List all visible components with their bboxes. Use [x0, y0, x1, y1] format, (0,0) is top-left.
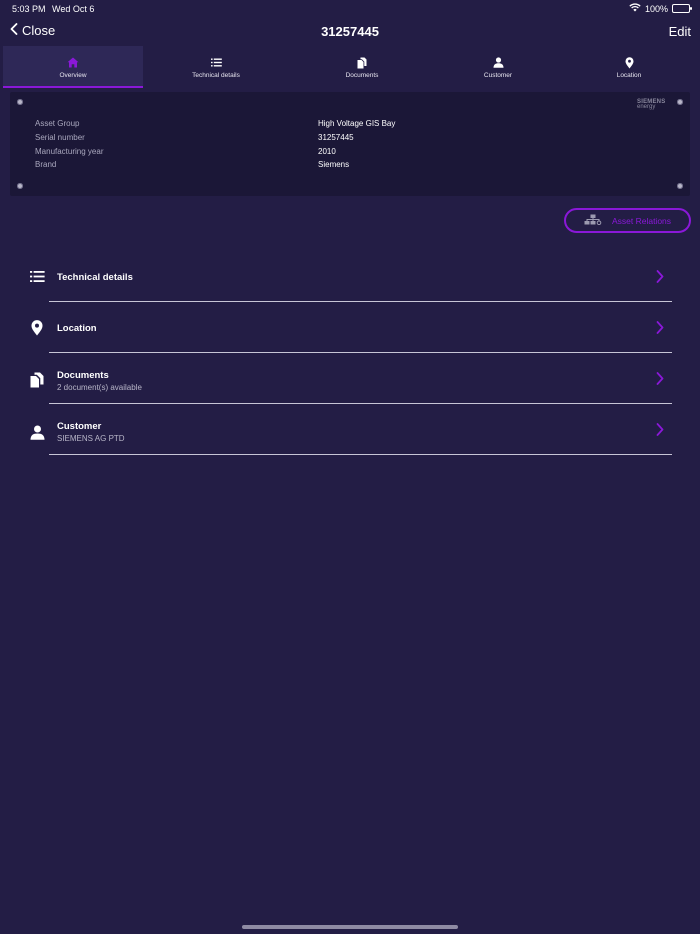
- list-icon: [210, 56, 222, 69]
- list-divider: [49, 454, 672, 455]
- person-icon: [493, 56, 504, 69]
- chevron-right-icon: [656, 270, 664, 288]
- chevron-right-icon: [656, 321, 664, 339]
- status-time: 5:03 PM: [12, 4, 46, 14]
- tab-location-label: Location: [616, 72, 642, 79]
- status-bar: 5:03 PM Wed Oct 6 100%: [0, 0, 700, 18]
- tab-technical-details-label: Technical details: [192, 72, 240, 79]
- screw-icon: [17, 183, 23, 189]
- list-item-location[interactable]: Location: [0, 302, 700, 353]
- location-pin-icon: [28, 320, 46, 336]
- nav-bar: Close 31257445 Edit: [0, 18, 700, 46]
- status-date: Wed Oct 6: [52, 4, 95, 14]
- battery-icon: [672, 4, 692, 13]
- tab-customer[interactable]: Customer: [435, 46, 561, 88]
- info-row-brand: Brand Siemens: [35, 160, 675, 172]
- overview-list: Technical details Location Documents 2 d…: [0, 251, 700, 455]
- tab-documents[interactable]: Documents: [289, 46, 435, 88]
- info-label: Brand: [35, 160, 57, 169]
- battery-percent: 100%: [644, 3, 668, 14]
- page-title: 31257445: [321, 24, 379, 39]
- wifi-icon: [629, 3, 641, 14]
- info-value: High Voltage GIS Bay: [318, 119, 396, 128]
- person-icon: [28, 425, 46, 440]
- list-item-title: Technical details: [57, 272, 133, 283]
- documents-icon: [357, 56, 367, 69]
- tab-technical-details[interactable]: Technical details: [143, 46, 289, 88]
- chevron-right-icon: [656, 423, 664, 441]
- list-item-title: Location: [57, 323, 97, 334]
- list-item-title: Documents: [57, 370, 109, 381]
- tab-bar: Overview Technical details Documents Cus…: [0, 46, 700, 88]
- documents-icon: [28, 372, 46, 388]
- tab-customer-label: Customer: [483, 72, 513, 79]
- info-label: Asset Group: [35, 119, 80, 128]
- edit-button[interactable]: Edit: [669, 24, 691, 39]
- list-item-documents[interactable]: Documents 2 document(s) available: [0, 353, 700, 404]
- tab-overview[interactable]: Overview: [3, 46, 143, 88]
- screw-icon: [677, 99, 683, 105]
- asset-info-card: SIEMENS energy Asset Group High Voltage …: [10, 92, 690, 196]
- list-item-subtitle: 2 document(s) available: [57, 383, 142, 392]
- list-item-customer[interactable]: Customer SIEMENS AG PTD: [0, 404, 700, 455]
- home-indicator: [242, 925, 458, 929]
- info-value: Siemens: [318, 160, 350, 169]
- hierarchy-icon: [584, 214, 602, 227]
- info-value: 2010: [318, 147, 336, 156]
- home-icon: [67, 56, 79, 69]
- asset-relations-button[interactable]: Asset Relations: [564, 208, 691, 233]
- info-label: Manufacturing year: [35, 147, 104, 156]
- location-pin-icon: [625, 56, 634, 69]
- siemens-energy-logo: SIEMENS energy: [637, 99, 671, 110]
- info-row-asset-group: Asset Group High Voltage GIS Bay: [35, 119, 675, 131]
- chevron-right-icon: [656, 372, 664, 390]
- list-item-technical-details[interactable]: Technical details: [0, 251, 700, 302]
- status-right: 100%: [629, 3, 692, 14]
- tab-documents-label: Documents: [345, 72, 379, 79]
- info-row-manufacturing-year: Manufacturing year 2010: [35, 147, 675, 159]
- asset-relations-label: Asset Relations: [611, 215, 672, 226]
- list-item-subtitle: SIEMENS AG PTD: [57, 434, 125, 443]
- list-icon: [28, 271, 46, 282]
- screw-icon: [677, 183, 683, 189]
- logo-line2: energy: [637, 104, 656, 110]
- tab-location[interactable]: Location: [561, 46, 697, 88]
- info-row-serial-number: Serial number 31257445: [35, 133, 675, 145]
- list-item-title: Customer: [57, 421, 102, 432]
- screw-icon: [17, 99, 23, 105]
- tab-overview-label: Overview: [59, 72, 87, 79]
- info-value: 31257445: [318, 133, 354, 142]
- info-label: Serial number: [35, 133, 85, 142]
